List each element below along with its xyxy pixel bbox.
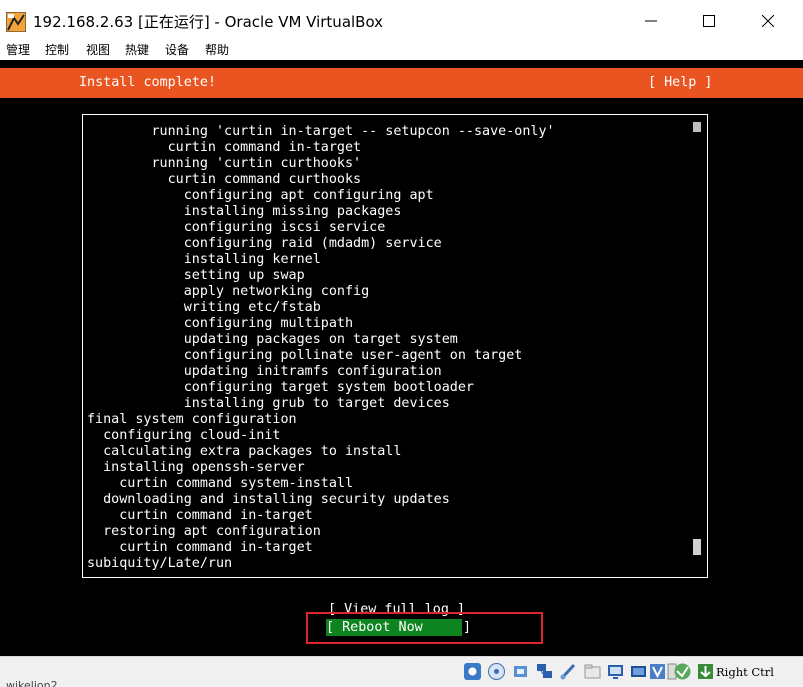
log-line: installing openssh-server (87, 460, 305, 475)
log-line: calculating extra packages to install (87, 444, 402, 459)
menu-manage[interactable]: 管理 (6, 42, 30, 58)
log-line: writing etc/fstab (87, 300, 321, 315)
log-line: apply networking config (87, 284, 370, 299)
menu-devices[interactable]: 设备 (165, 42, 189, 58)
menu-bar: 管理 控制 视图 热键 设备 帮助 (0, 42, 803, 60)
recording-icon[interactable] (648, 662, 667, 681)
status-ghost-text: wikelion2 (6, 679, 58, 687)
vm-display[interactable]: Install complete! [ Help ] running 'curt… (0, 60, 803, 656)
log-line: running 'curtin curthooks' (87, 156, 362, 171)
log-line: curtin command in-target (87, 508, 313, 523)
menu-view[interactable]: 视图 (86, 42, 110, 58)
log-line: installing grub to target devices (87, 396, 450, 411)
minimize-button[interactable] (628, 0, 674, 42)
log-line: final system configuration (87, 412, 297, 427)
audio-icon[interactable] (511, 662, 530, 681)
log-line: curtin command curthooks (87, 172, 362, 187)
virtualbox-vm-icon (5, 11, 27, 33)
mouse-integration-icon[interactable] (696, 662, 715, 681)
minimize-icon (645, 20, 657, 22)
log-line: configuring target system bootloader (87, 380, 474, 395)
log-line: updating initramfs configuration (87, 364, 442, 379)
scrollbar-thumb[interactable] (693, 539, 701, 555)
maximize-icon (703, 15, 715, 27)
menu-hotkeys[interactable]: 热键 (125, 42, 149, 58)
usb-icon[interactable] (559, 662, 578, 681)
log-line: downloading and installing security upda… (87, 492, 450, 507)
maximize-button[interactable] (686, 0, 732, 42)
log-line: restoring apt configuration (87, 524, 321, 539)
screen-capture-icon[interactable] (629, 662, 648, 681)
log-line: configuring pollinate user-agent on targ… (87, 348, 523, 363)
log-line: curtin command system-install (87, 476, 354, 491)
menu-help[interactable]: 帮助 (205, 42, 229, 58)
log-line: updating packages on target system (87, 332, 458, 347)
log-line: installing kernel (87, 252, 321, 267)
annotation-highlight-box (306, 612, 543, 644)
log-line: configuring multipath (87, 316, 354, 331)
log-line: installing missing packages (87, 204, 402, 219)
virtualization-icon (673, 662, 692, 681)
close-icon (762, 15, 774, 27)
log-line: setting up swap (87, 268, 305, 283)
display-icon[interactable] (606, 662, 625, 681)
title-bar: 192.168.2.63 [正在运行] - Oracle VM VirtualB… (0, 0, 803, 42)
log-line: curtin command in-target (87, 140, 362, 155)
host-key-label: Right Ctrl (716, 665, 774, 679)
log-line: configuring cloud-init (87, 428, 281, 443)
install-log-panel[interactable]: running 'curtin in-target -- setupcon --… (82, 114, 708, 578)
install-status-title: Install complete! (79, 75, 217, 90)
cd-icon[interactable] (487, 662, 506, 681)
network-icon[interactable] (535, 662, 554, 681)
log-line: subiquity/Late/run (87, 556, 233, 571)
close-button[interactable] (745, 0, 791, 42)
window-title: 192.168.2.63 [正在运行] - Oracle VM VirtualB… (33, 13, 384, 31)
log-line: running 'curtin in-target -- setupcon --… (87, 124, 555, 139)
optical-drive-icon[interactable] (463, 662, 482, 681)
menu-control[interactable]: 控制 (45, 42, 69, 58)
scrollbar-top-marker (693, 122, 701, 132)
installer-header: Install complete! [ Help ] (0, 68, 803, 98)
log-line: configuring raid (mdadm) service (87, 236, 442, 251)
status-bar: wikelion2 Right Ctrl (0, 656, 803, 687)
install-log: running 'curtin in-target -- setupcon --… (87, 124, 555, 572)
log-line: configuring apt configuring apt (87, 188, 434, 203)
log-line: configuring iscsi service (87, 220, 386, 235)
help-button[interactable]: [ Help ] (648, 75, 713, 90)
shared-folder-icon[interactable] (583, 662, 602, 681)
log-line: curtin command in-target (87, 540, 313, 555)
